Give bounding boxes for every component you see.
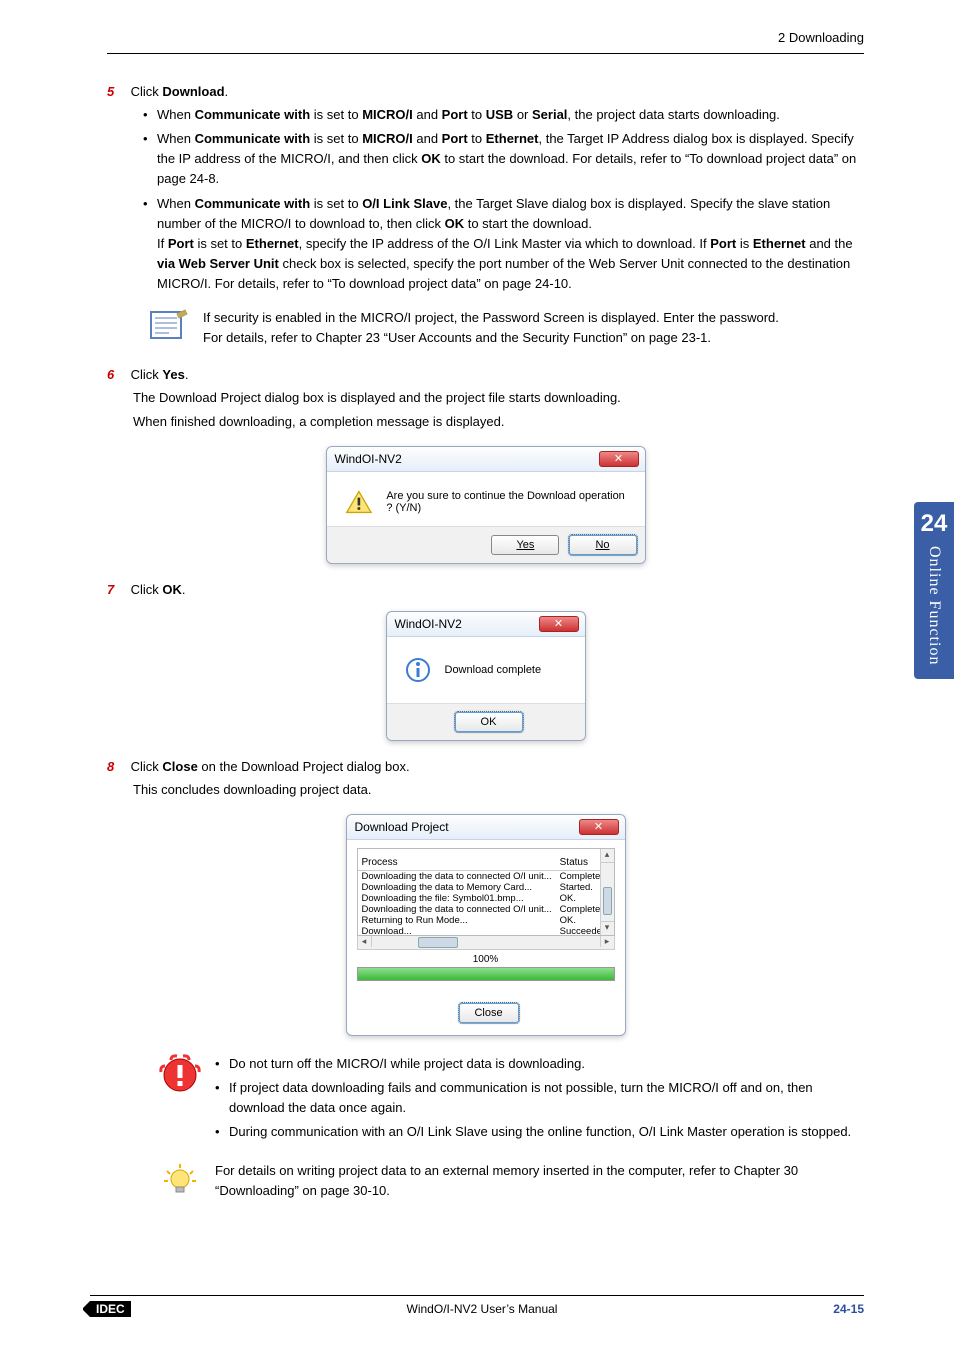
horizontal-scrollbar[interactable]: ◂▸ [357,936,615,950]
download-project-dialog: Download Project ✕ ProcessStatus Downloa… [346,814,626,1036]
process-cell: Downloading the data to Memory Card... [358,882,556,893]
close-icon[interactable]: ✕ [579,819,619,835]
bullet: When Communicate with is set to O/I Link… [143,194,864,295]
close-button[interactable]: Close [459,1003,519,1023]
info-icon [405,657,431,683]
bullet: When Communicate with is set to MICRO/I … [143,129,864,189]
note-icon [147,308,189,344]
page-footer: IDEC WindO/I-NV2 User’s Manual 24-15 [90,1295,864,1316]
process-cell: Downloading the data to connected O/I un… [358,904,556,915]
process-cell: Downloading the file: Symbol01.bmp... [358,893,556,904]
step-number: 8 [107,759,127,774]
progress-list: ProcessStatus Downloading the data to co… [357,848,615,936]
process-cell: Downloading the data to connected O/I un… [358,870,556,882]
breadcrumb: 2 Downloading [107,30,864,54]
dialog-message: Download complete [445,664,542,676]
step-7: 7 Click OK. [107,582,864,597]
dialog-title: WindOI-NV2 ✕ [327,447,645,472]
page-number: 24-15 [833,1302,864,1316]
dialog-title: Download Project ✕ [347,815,625,840]
footer-title: WindO/I-NV2 User’s Manual [131,1302,834,1316]
progress-percent: 100% [357,954,615,965]
warning-block: Do not turn off the MICRO/I while projec… [159,1054,864,1147]
close-icon[interactable]: ✕ [599,451,639,467]
step-number: 6 [107,367,127,382]
paragraph: This concludes downloading project data. [133,780,864,800]
step-5: 5 Click Download. [107,84,864,99]
vertical-scrollbar[interactable]: ▴▾ [600,849,614,935]
column-process: Process [358,855,556,871]
bullet: If project data downloading fails and co… [215,1078,864,1118]
step-8: 8 Click Close on the Download Project di… [107,759,864,774]
dialog-title: WindOI-NV2 ✕ [387,612,585,637]
no-button[interactable]: No [569,535,637,555]
confirm-dialog: WindOI-NV2 ✕ Are you sure to continue th… [326,446,646,564]
close-icon[interactable]: ✕ [539,616,579,632]
tip-block: For details on writing project data to a… [159,1161,864,1203]
info-dialog: WindOI-NV2 ✕ Download complete OK [386,611,586,741]
chapter-tab: 24 Online Function [914,502,954,679]
step-number: 5 [107,84,127,99]
ok-button[interactable]: OK [455,712,523,732]
lightbulb-icon [159,1161,201,1203]
process-cell: Download... [358,926,556,936]
bullet: Do not turn off the MICRO/I while projec… [215,1054,864,1074]
process-cell: Returning to Run Mode... [358,915,556,926]
step-6: 6 Click Yes. [107,367,864,382]
tip-text: For details on writing project data to a… [215,1161,864,1201]
chapter-label: Online Function [925,546,943,665]
brand-logo: IDEC [90,1301,131,1317]
dialog-message: Are you sure to continue the Download op… [386,490,626,514]
step-number: 7 [107,582,127,597]
yes-button[interactable]: Yes [491,535,559,555]
caution-icon [159,1054,201,1096]
warning-icon [345,488,373,516]
chapter-number: 24 [914,510,954,538]
note-block: If security is enabled in the MICRO/I pr… [147,308,864,348]
bullet: When Communicate with is set to MICRO/I … [143,105,864,125]
progress-bar [357,967,615,981]
paragraph: The Download Project dialog box is displ… [133,388,864,408]
paragraph: When finished downloading, a completion … [133,412,864,432]
bullet: During communication with an O/I Link Sl… [215,1122,864,1142]
